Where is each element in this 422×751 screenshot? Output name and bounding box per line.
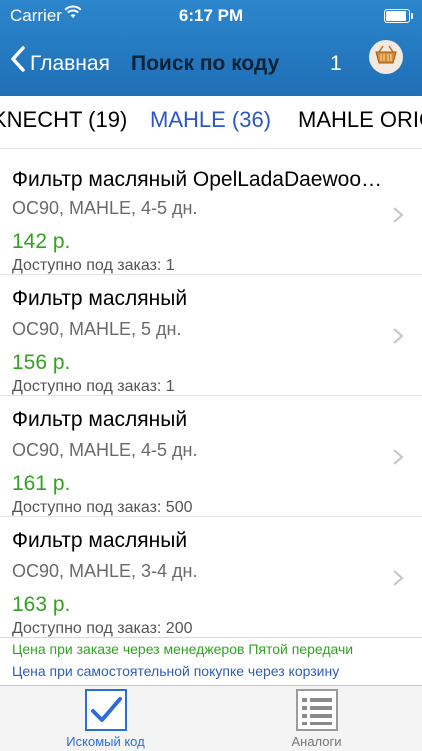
navigation-bar: Главная Поиск по коду 1 [0,34,422,96]
basket-icon [374,45,398,70]
item-price: 156 р. [12,351,71,374]
list-item[interactable]: Фильтр масляный OC90, MAHLE, 4-5 дн. 161… [0,396,422,517]
status-bar: Carrier 6:17 PM [0,0,422,34]
item-price: 161 р. [12,472,71,495]
item-meta: OC90, MAHLE, 5 дн. [12,319,182,339]
offer-list: Фильтр масляный OpelLadaDaewoo… OC90, MA… [0,154,422,637]
item-meta: OC90, MAHLE, 3-4 дн. [12,561,198,581]
tab-search-code[interactable]: Искомый код [0,686,211,751]
list-item[interactable]: Фильтр масляный OC90, MAHLE, 3-4 дн. 163… [0,517,422,637]
back-button[interactable]: Главная [10,44,110,84]
legend-self-price: Цена при самостоятельной покупке через к… [12,663,340,679]
checkmark-icon [84,689,127,731]
price-legend: Цена при заказе через менеджеров Пятой п… [0,637,422,686]
clock: 6:17 PM [178,6,244,25]
chevron-right-icon [393,449,404,465]
cart-button[interactable] [369,40,403,74]
tab-analogs-label: Аналоги [291,734,342,749]
chevron-right-icon [393,207,404,223]
page-title: Поиск по коду [131,52,280,75]
item-name: Фильтр масляный [12,529,188,552]
brand-tab-mahle[interactable]: MAHLE (36) [150,96,271,148]
tab-bar: Искомый код Аналоги [0,685,422,751]
item-meta: OC90, MAHLE, 4-5 дн. [12,198,198,218]
item-meta: OC90, MAHLE, 4-5 дн. [12,440,198,460]
battery-icon [384,9,413,23]
tab-search-code-label: Искомый код [66,734,145,749]
legend-managers-price: Цена при заказе через менеджеров Пятой п… [12,641,354,657]
item-name: Фильтр масляный OpelLadaDaewoo… [12,168,383,191]
item-name: Фильтр масляный [12,287,188,310]
chevron-right-icon [393,328,404,344]
list-item[interactable]: Фильтр масляный OC90, MAHLE, 5 дн. 156 р… [0,275,422,396]
list-item[interactable]: Фильтр масляный OpelLadaDaewoo… OC90, MA… [0,154,422,275]
brand-tab-knecht[interactable]: KNECHT (19) [0,96,127,148]
chevron-left-icon [10,45,26,79]
item-availability: Доступно под заказ: 1 [12,257,175,274]
chevron-right-icon [393,570,404,586]
brand-tabs: KNECHT (19) MAHLE (36) MAHLE ORIG [0,96,422,149]
brand-tab-mahle-original[interactable]: MAHLE ORIG [298,96,422,148]
back-button-label: Главная [30,52,110,75]
cart-count: 1 [330,52,342,75]
item-availability: Доступно под заказ: 200 [12,620,193,637]
tab-analogs[interactable]: Аналоги [211,686,422,751]
item-price: 163 р. [12,593,71,616]
item-price: 142 р. [12,230,71,253]
item-availability: Доступно под заказ: 1 [12,378,175,395]
item-availability: Доступно под заказ: 500 [12,499,193,516]
item-name: Фильтр масляный [12,408,188,431]
header: Carrier 6:17 PM Главная Поиск по коду 1 [0,0,422,96]
list-icon [295,689,338,731]
